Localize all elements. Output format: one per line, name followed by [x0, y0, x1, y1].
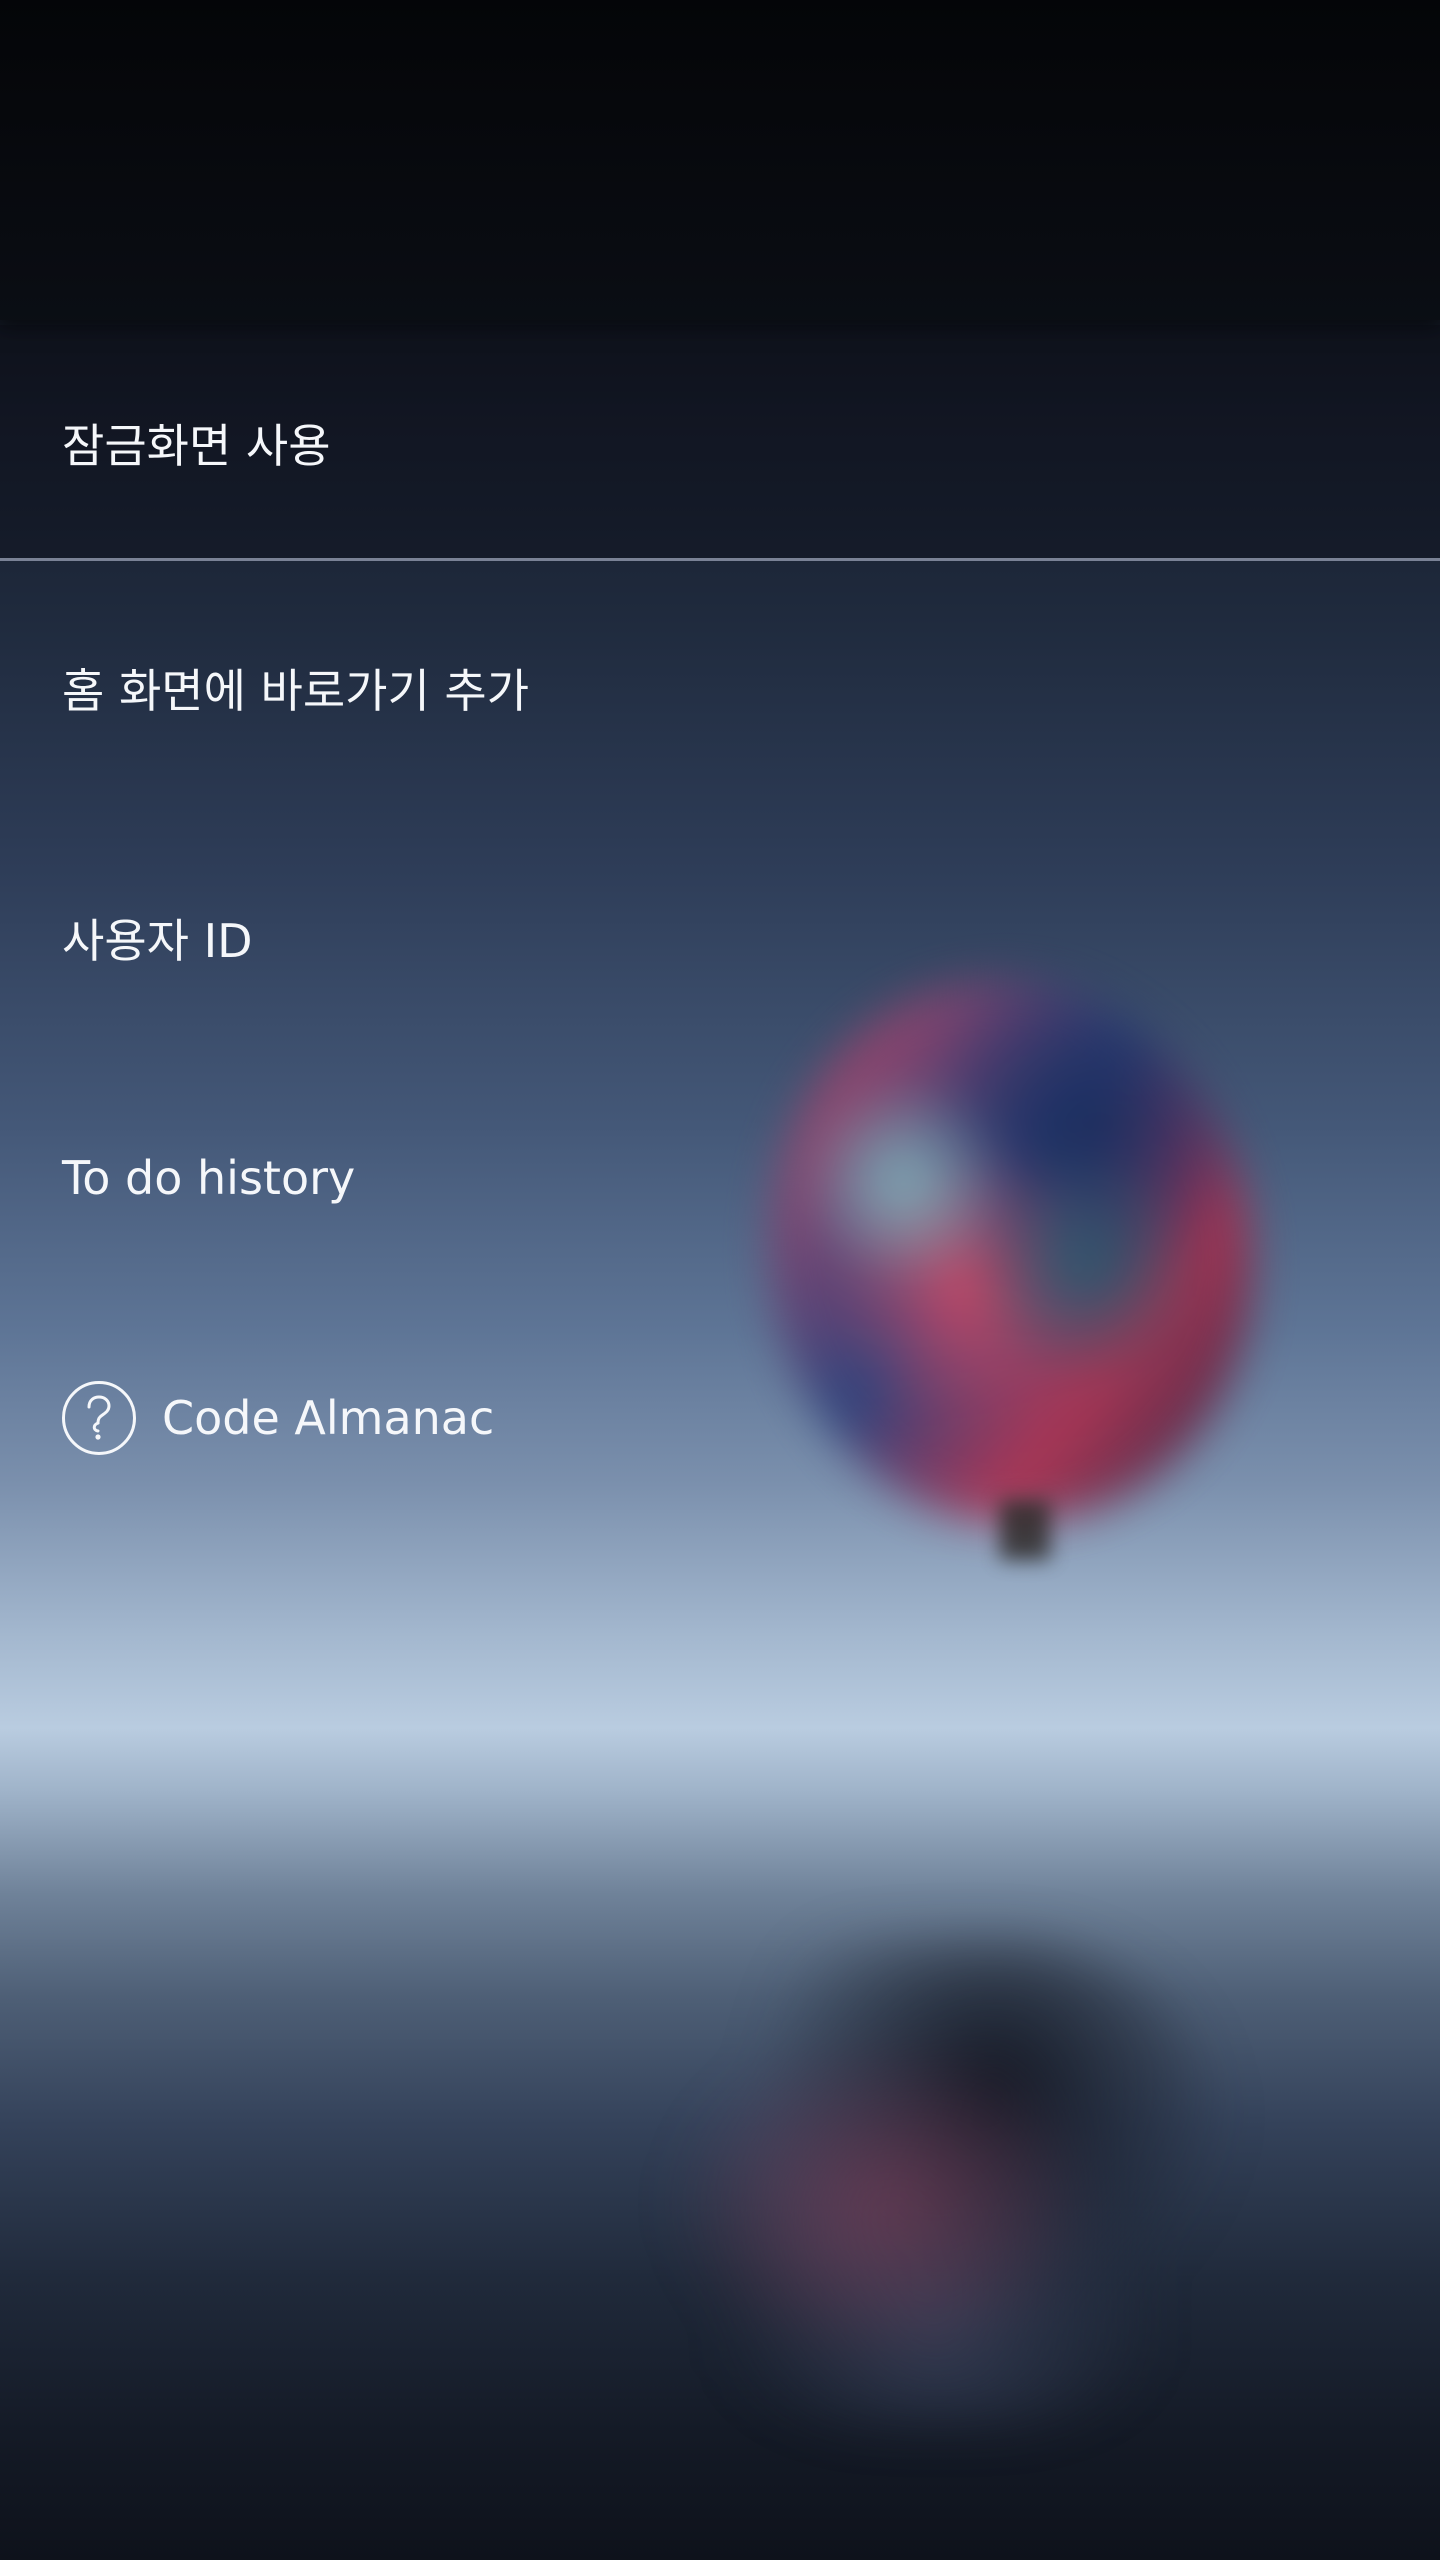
menu-item-add-shortcut[interactable]: 홈 화면에 바로가기 추가 — [0, 600, 1440, 775]
menu-item-label: 홈 화면에 바로가기 추가 — [62, 663, 530, 718]
menu-item-label: 사용자 ID — [62, 913, 253, 968]
menu-item-label: 잠금화면 사용 — [62, 418, 331, 473]
menu-item-user-id[interactable]: 사용자 ID — [0, 850, 1440, 1025]
top-bar — [0, 0, 1440, 320]
menu-item-todo-history[interactable]: To do history — [0, 1090, 1440, 1265]
background-reflection — [660, 1940, 1220, 2420]
menu-item-label: To do history — [62, 1150, 356, 1205]
menu-item-code-almanac[interactable]: Code Almanac — [0, 1330, 1440, 1505]
divider — [0, 558, 1440, 561]
settings-screen: 잠금화면 사용 홈 화면에 바로가기 추가 사용자 ID To do histo… — [0, 0, 1440, 2560]
menu-item-lockscreen[interactable]: 잠금화면 사용 — [0, 325, 1440, 560]
help-icon — [62, 1380, 136, 1455]
background-balloon-basket — [1000, 1500, 1050, 1560]
menu-item-label: Code Almanac — [162, 1390, 495, 1445]
